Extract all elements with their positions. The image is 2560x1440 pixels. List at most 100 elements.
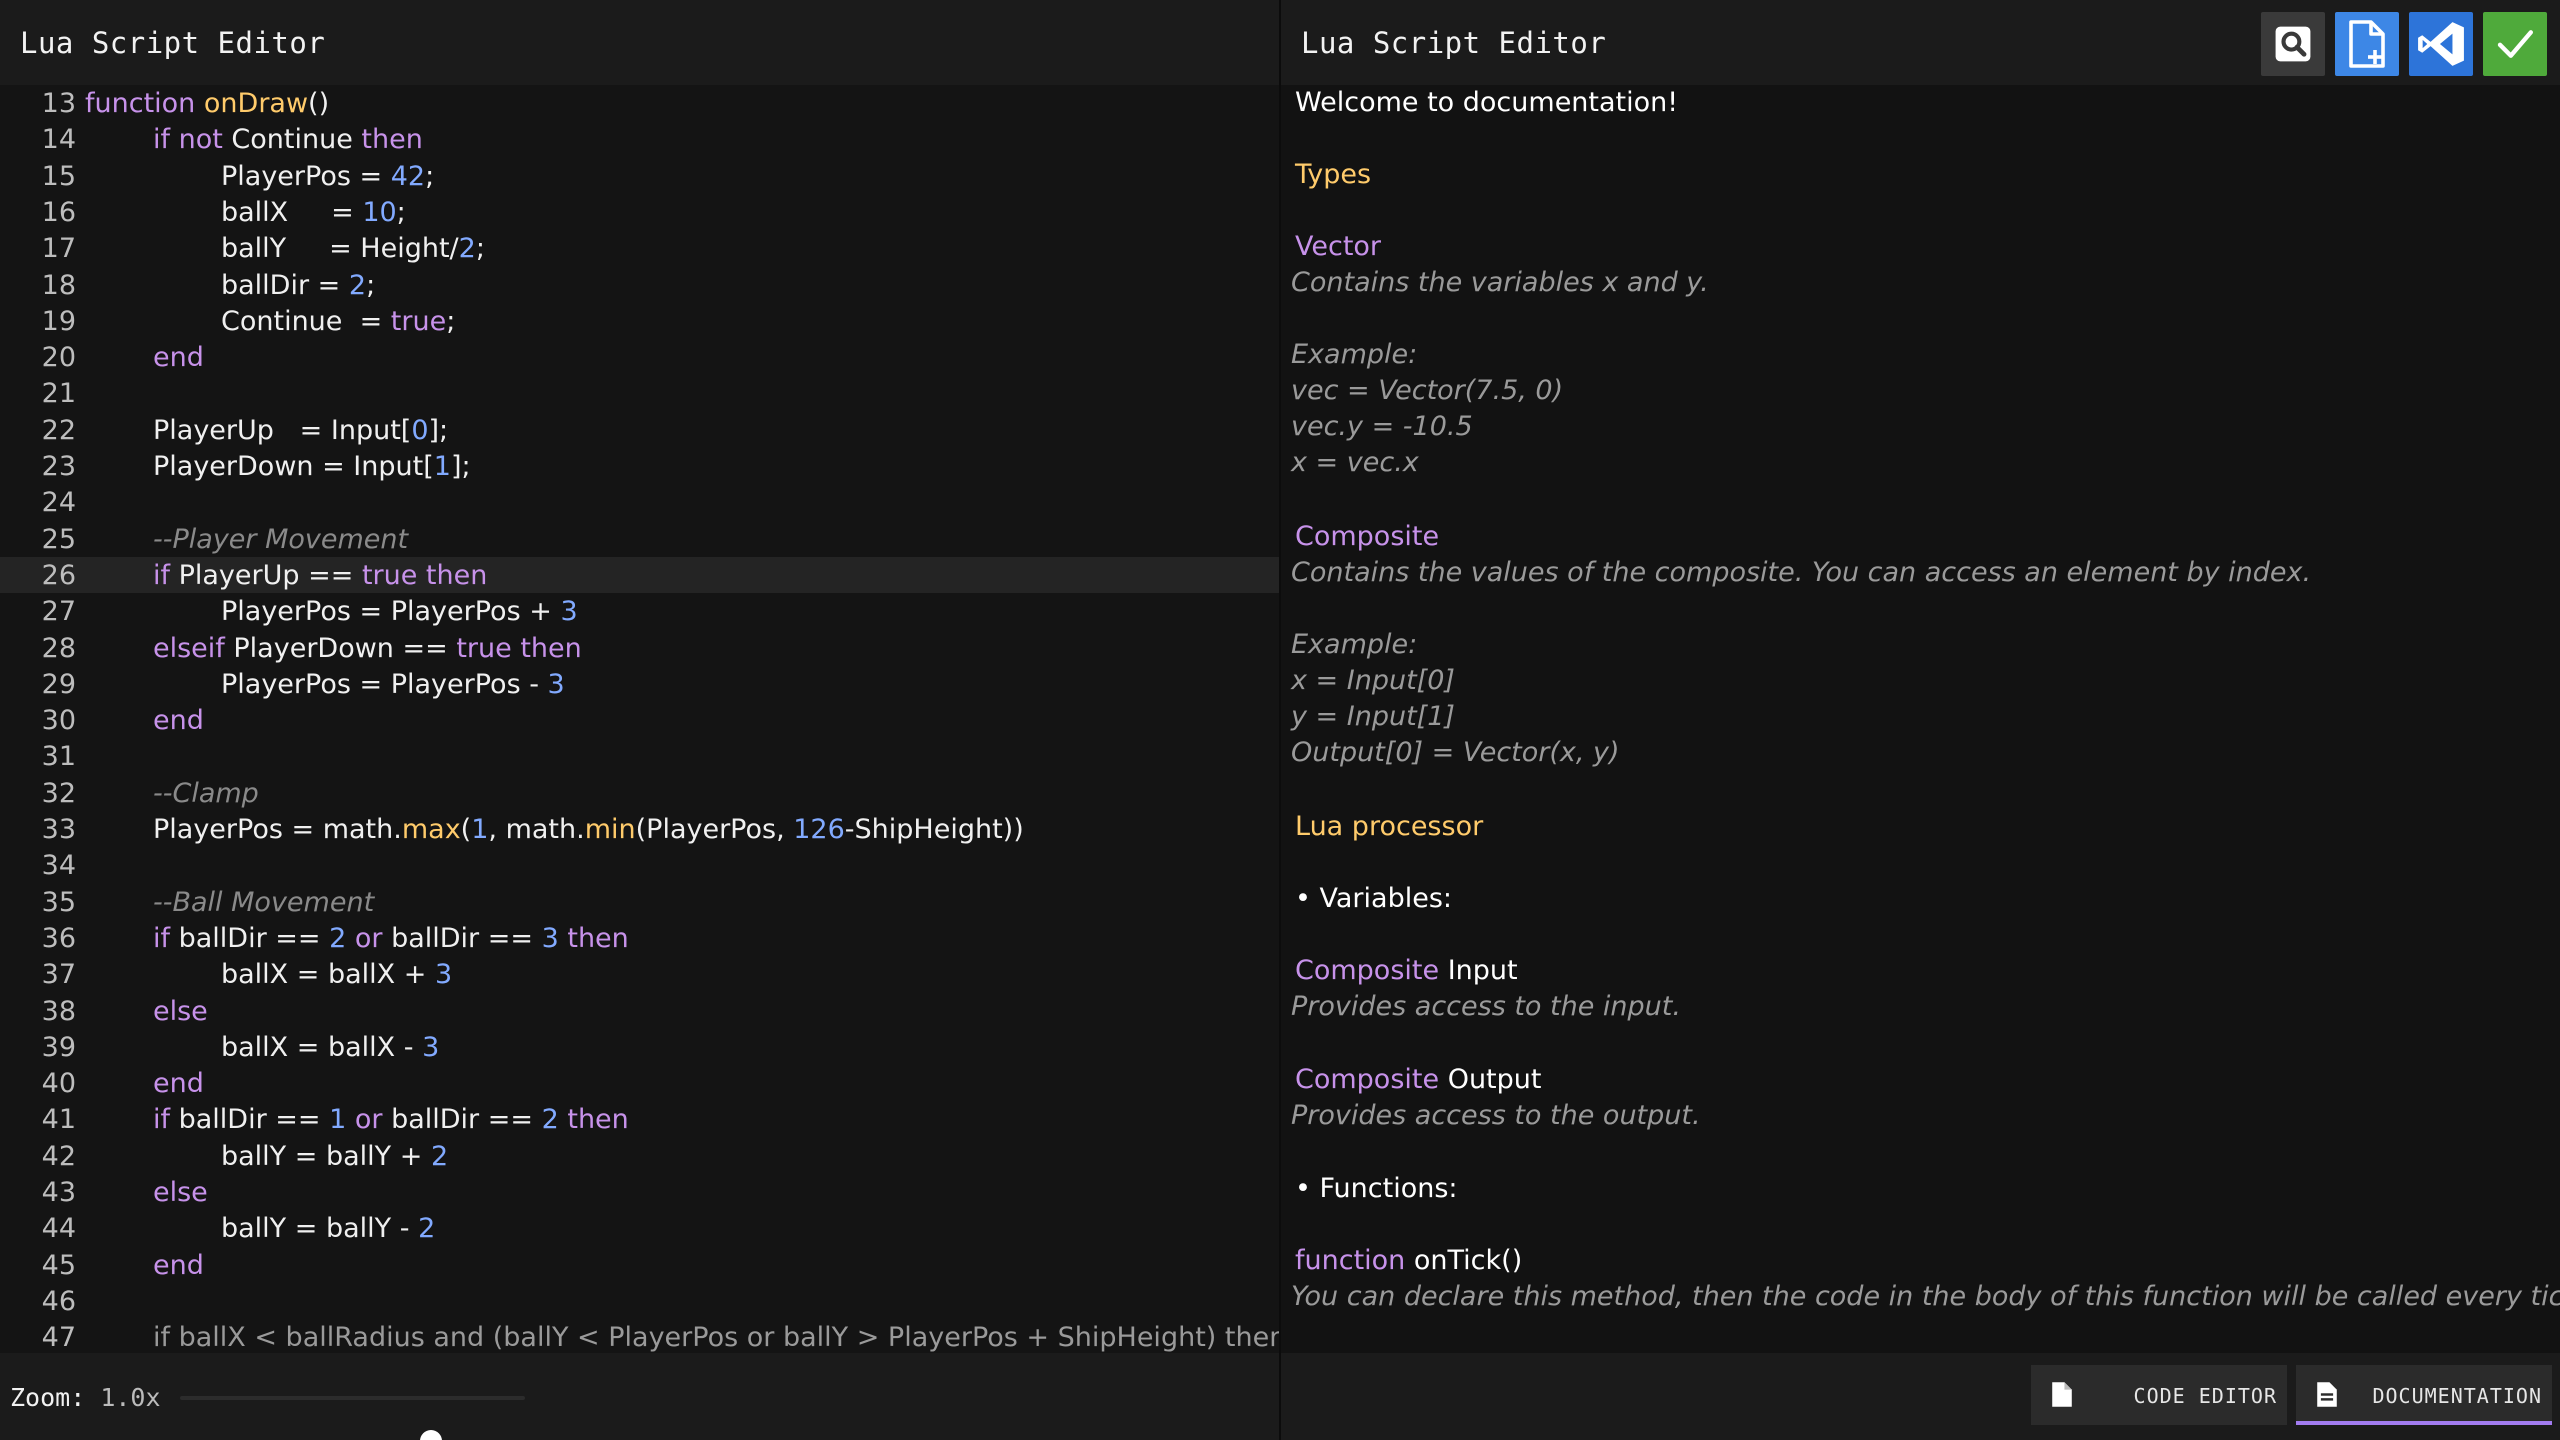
code-text: ballY = ballY + 2 [221, 1140, 449, 1172]
doc-vector-title: Vector [1295, 231, 1382, 262]
code-line[interactable]: 43 else [0, 1174, 1279, 1210]
code-line[interactable]: 37 ballX = ballX + 3 [0, 956, 1279, 992]
code-line[interactable]: 42 ballY = ballY + 2 [0, 1138, 1279, 1174]
code-line[interactable]: 38 else [0, 993, 1279, 1029]
new-file-button[interactable] [2335, 12, 2399, 76]
code-line[interactable]: 28 elseif PlayerDown == true then [0, 630, 1279, 666]
code-line[interactable]: 32 --Clamp [0, 775, 1279, 811]
doc-welcome: Welcome to documentation! [1295, 87, 1679, 118]
new-file-icon [2349, 20, 2385, 68]
zoom-slider[interactable] [180, 1396, 525, 1440]
tab-label: DOCUMENTATION [2372, 1384, 2542, 1408]
code-text: ballY = ballY - 2 [221, 1213, 436, 1245]
editor-title-bar: Lua Script Editor [0, 0, 1279, 85]
code-text: PlayerPos = PlayerPos + 3 [221, 596, 578, 628]
code-line[interactable]: 46 [0, 1283, 1279, 1319]
code-text: else [153, 1177, 208, 1208]
doc-composite-example-line: Output[0] = Vector(x, y) [1291, 737, 1620, 768]
code-line[interactable]: 18 ballDir = 2; [0, 267, 1279, 303]
line-number: 14 [41, 124, 76, 156]
tab-documentation[interactable]: DOCUMENTATION [2296, 1365, 2552, 1425]
code-line[interactable]: 17 ballY = Height/2; [0, 230, 1279, 266]
documentation-pane: Lua Script Editor Welcome to documentati… [1279, 0, 2560, 1440]
search-button[interactable] [2261, 12, 2325, 76]
line-number: 46 [41, 1285, 76, 1317]
code-text: Continue = true; [221, 305, 456, 337]
code-text: ballX = ballX + 3 [221, 959, 453, 991]
code-line[interactable]: 44 ballY = ballY - 2 [0, 1210, 1279, 1246]
code-line[interactable]: 45 end [0, 1247, 1279, 1283]
documentation-content[interactable]: Welcome to documentation! Types Vector C… [1281, 85, 2560, 1353]
code-line[interactable]: 31 [0, 738, 1279, 774]
code-line[interactable]: 24 [0, 484, 1279, 520]
code-line[interactable]: 13 function onDraw() [0, 85, 1279, 121]
vscode-button[interactable] [2409, 12, 2473, 76]
zoom-bar: Zoom: 1.0x [0, 1353, 1279, 1440]
line-number: 33 [41, 814, 76, 845]
doc-title-bar: Lua Script Editor [1281, 0, 2560, 85]
doc-input-signature: Composite Input [1295, 955, 1518, 986]
line-number: 16 [41, 196, 76, 228]
zoom-label: Zoom: 1.0x [10, 1383, 161, 1412]
file-icon [2052, 1382, 2072, 1407]
line-number: 13 [41, 88, 76, 119]
code-text: PlayerDown = Input[1]; [153, 451, 471, 482]
code-line[interactable]: 14 if not Continue then [0, 121, 1279, 157]
code-line[interactable]: 19 Continue = true; [0, 303, 1279, 339]
line-number: 47 [41, 1322, 76, 1353]
code-line[interactable]: 35 --Ball Movement [0, 884, 1279, 920]
code-text: PlayerUp = Input[0]; [153, 414, 449, 446]
document-icon [2317, 1382, 2337, 1407]
line-number: 20 [41, 342, 76, 374]
code-line[interactable]: 33 PlayerPos = math.max(1, math.min(Play… [0, 811, 1279, 847]
code-comment: --Ball Movement [153, 886, 375, 918]
line-number: 23 [41, 451, 76, 482]
current-code-line[interactable]: 26 if PlayerUp == true then [0, 556, 1279, 594]
line-number: 29 [41, 668, 76, 700]
code-line[interactable]: 30 end [0, 702, 1279, 738]
search-icon [2275, 26, 2311, 62]
doc-composite-title: Composite [1295, 521, 1440, 552]
code-line[interactable]: 29 PlayerPos = PlayerPos - 3 [0, 666, 1279, 702]
line-number: 41 [41, 1104, 76, 1136]
code-line[interactable]: 40 end [0, 1065, 1279, 1101]
doc-ontick-signature: function onTick() [1295, 1245, 1523, 1276]
code-line[interactable]: 21 [0, 375, 1279, 411]
code-line[interactable]: 15 PlayerPos = 42; [0, 158, 1279, 194]
doc-input-desc: Provides access to the input. [1291, 991, 1681, 1022]
code-line[interactable]: 47 if ballX < ballRadius and (ballY < Pl… [0, 1319, 1279, 1353]
doc-functions-label: • Functions: [1295, 1173, 1458, 1204]
tab-code-editor[interactable]: CODE EDITOR [2031, 1365, 2287, 1425]
code-line[interactable]: 23 PlayerDown = Input[1]; [0, 448, 1279, 484]
line-number: 25 [41, 523, 76, 555]
line-number: 28 [41, 632, 76, 664]
code-line[interactable]: 27 PlayerPos = PlayerPos + 3 [0, 593, 1279, 629]
line-number: 21 [41, 378, 76, 410]
code-editor-pane: Lua Script Editor 12 13 function onDraw(… [0, 0, 1279, 1440]
line-number: 39 [41, 1031, 76, 1063]
code-area[interactable]: 12 13 function onDraw() 14 if not Contin… [0, 85, 1279, 1353]
doc-vector-example-line: vec.y = -10.5 [1291, 411, 1473, 442]
code-text: end [153, 705, 204, 737]
vscode-icon [2418, 22, 2464, 66]
line-number: 31 [41, 741, 76, 773]
code-text: ballY = Height/2; [221, 233, 485, 265]
tab-bar: CODE EDITOR DOCUMENTATION [1281, 1353, 2560, 1440]
doc-variables-label: • Variables: [1295, 883, 1452, 914]
line-number: 34 [41, 850, 76, 882]
line-number: 22 [41, 414, 76, 446]
doc-lua-heading: Lua processor [1295, 811, 1484, 842]
code-line[interactable]: 36 if ballDir == 2 or ballDir == 3 then [0, 920, 1279, 956]
code-line[interactable]: 16 ballX = 10; [0, 194, 1279, 230]
apply-button[interactable] [2483, 12, 2547, 76]
code-line[interactable]: 25 --Player Movement [0, 521, 1279, 557]
doc-vector-desc: Contains the variables x and y. [1291, 267, 1709, 298]
code-line[interactable]: 41 if ballDir == 1 or ballDir == 2 then [0, 1101, 1279, 1137]
zoom-slider-thumb[interactable] [420, 1430, 442, 1440]
code-line[interactable]: 39 ballX = ballX - 3 [0, 1029, 1279, 1065]
line-number: 40 [41, 1068, 76, 1100]
code-line[interactable]: 34 [0, 847, 1279, 883]
code-text: ballX = 10; [221, 196, 406, 228]
code-line[interactable]: 22 PlayerUp = Input[0]; [0, 412, 1279, 448]
code-line[interactable]: 20 end [0, 339, 1279, 375]
